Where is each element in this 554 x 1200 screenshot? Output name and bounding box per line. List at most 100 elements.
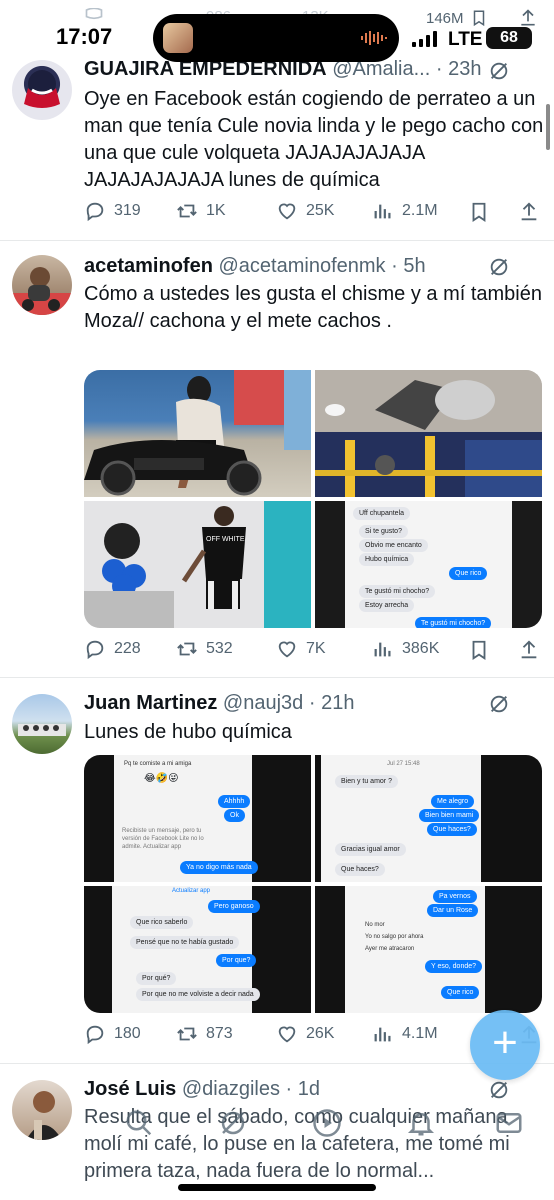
repost-icon xyxy=(177,204,197,218)
reply-button[interactable]: 228 xyxy=(84,638,141,660)
chat-message: No mor xyxy=(365,922,385,928)
chat-message: Me alegro xyxy=(431,795,475,808)
photo-content: OFF WHITE xyxy=(84,501,311,628)
author-handle[interactable]: @nauj3d xyxy=(223,692,303,714)
media-chat-screenshot[interactable]: Pq te comiste a mi amiga 😂🤣😜 Ahhhh Ok Re… xyxy=(84,755,311,882)
author-name[interactable]: acetaminofen xyxy=(84,255,213,277)
bookmark-icon[interactable] xyxy=(468,639,490,661)
views-count: 2.1M xyxy=(402,202,438,219)
tweet-header: Juan Martinez @nauj3d · 21h xyxy=(84,692,354,715)
media-chat-screenshot[interactable]: Actualizar app Pero ganoso Que rico sabe… xyxy=(84,886,311,1013)
repost-button[interactable]: 532 xyxy=(176,638,233,660)
status-bar: 986 13K 146M 17:07 LTE 68 xyxy=(0,0,554,70)
scrollbar-thumb[interactable] xyxy=(546,104,550,150)
chat-message: Que rico saberlo xyxy=(130,916,194,929)
chat-message: Ayer me atracaron xyxy=(365,946,415,952)
like-icon xyxy=(278,1026,296,1043)
like-button[interactable]: 25K xyxy=(276,200,334,222)
views-count: 386K xyxy=(402,640,440,657)
avatar[interactable] xyxy=(12,255,72,315)
bookmark-icon[interactable] xyxy=(470,8,488,28)
share-icon[interactable] xyxy=(518,639,540,661)
chat-message: Dar un Rose xyxy=(427,904,479,917)
reply-icon xyxy=(86,202,104,222)
grok-icon[interactable] xyxy=(488,256,510,278)
notifications-icon[interactable] xyxy=(406,1108,436,1138)
repost-button[interactable]: 873 xyxy=(176,1023,233,1045)
dynamic-island[interactable] xyxy=(153,14,399,62)
emoji-reactions: 😂🤣😜 xyxy=(144,773,179,784)
chat-message: Te gustó mi chocho? xyxy=(415,617,492,628)
chat-date: Jul 27 15:48 xyxy=(387,761,420,767)
search-icon[interactable] xyxy=(124,1108,154,1138)
share-icon[interactable] xyxy=(518,8,538,28)
media-photo-motorcycle[interactable] xyxy=(84,370,311,497)
like-button[interactable]: 7K xyxy=(276,638,326,660)
reply-count: 180 xyxy=(114,1025,141,1042)
repost-icon xyxy=(177,642,197,656)
media-chat-screenshot[interactable]: Uff chupantela Si te gusto? Obvio me enc… xyxy=(315,501,542,628)
avatar-image xyxy=(18,724,66,736)
chat-system-message: Actualizar app xyxy=(172,888,211,894)
repost-icon xyxy=(177,1027,197,1041)
views-button[interactable]: 4.1M xyxy=(372,1023,438,1045)
chat-message: Que haces? xyxy=(427,823,477,836)
reply-button[interactable]: 180 xyxy=(84,1023,141,1045)
tweet-card[interactable]: GUAJIRA EMPEDERNIDA @Amalia... · 23h Oye… xyxy=(0,44,554,241)
shirt-print: OFF WHITE xyxy=(206,536,245,543)
photo-content xyxy=(84,370,311,496)
chat-message: Que haces? xyxy=(335,863,385,876)
repost-button[interactable]: 1K xyxy=(176,200,226,222)
reply-button[interactable]: 319 xyxy=(84,200,141,222)
chat-message: Hubo química xyxy=(359,553,415,566)
chat-message: Uff chupantela xyxy=(353,507,411,520)
views-button[interactable]: 386K xyxy=(372,638,439,660)
chat-system-message: Recibiste un mensaje, pero tu versión de… xyxy=(122,828,204,850)
author-handle[interactable]: @acetaminofenmk xyxy=(219,255,386,277)
play-icon[interactable] xyxy=(312,1108,342,1138)
tweet-time[interactable]: · 21h xyxy=(309,692,355,714)
like-count: 26K xyxy=(306,1025,335,1042)
chat-message: Pensé que no te había gustado xyxy=(130,936,240,949)
battery-indicator: 68 xyxy=(486,27,532,49)
tweet-time[interactable]: · 5h xyxy=(391,255,425,277)
chat-message: Obvio me encanto xyxy=(359,539,428,552)
repost-count: 873 xyxy=(206,1025,233,1042)
chat-message: Por que no me volviste a decir nada xyxy=(136,988,260,1001)
tweet-header: acetaminofen @acetaminofenmk · 5h xyxy=(84,255,426,278)
chat-message: Pq te comiste a mi amiga xyxy=(124,761,192,767)
like-button[interactable]: 26K xyxy=(276,1023,334,1045)
author-name[interactable]: Juan Martinez xyxy=(84,692,217,714)
chat-message: Yo no salgo por ahora xyxy=(365,934,424,940)
grok-icon[interactable] xyxy=(488,693,510,715)
media-photo-man[interactable]: OFF WHITE xyxy=(84,501,311,628)
home-indicator[interactable] xyxy=(178,1184,376,1191)
like-count: 25K xyxy=(306,202,335,219)
like-count: 7K xyxy=(306,640,326,657)
reply-count: 319 xyxy=(114,202,141,219)
messages-icon[interactable] xyxy=(494,1108,524,1138)
tweet-card[interactable]: Juan Martinez @nauj3d · 21h Lunes de hub… xyxy=(0,678,554,1064)
chat-message: Ahhhh xyxy=(218,795,251,808)
chat-message: Ya no digo más nada xyxy=(180,861,258,874)
chat-message: Te gustó mi chocho? xyxy=(359,585,436,598)
bookmark-icon[interactable] xyxy=(468,201,490,223)
compose-button[interactable]: + xyxy=(470,1010,540,1080)
tweet-card[interactable]: acetaminofen @acetaminofenmk · 5h Cómo a… xyxy=(0,241,554,678)
now-playing-thumbnail xyxy=(163,23,193,53)
avatar[interactable] xyxy=(12,694,72,754)
media-grid[interactable]: Pq te comiste a mi amiga 😂🤣😜 Ahhhh Ok Re… xyxy=(84,755,542,1013)
views-icon xyxy=(374,204,391,219)
grok-icon[interactable] xyxy=(218,1108,248,1138)
like-icon xyxy=(278,203,296,220)
media-grid[interactable]: OFF WHITE Uff chupantela Si te gusto? Ob… xyxy=(84,370,542,628)
prev-views: 146M xyxy=(426,10,464,27)
media-chat-screenshot[interactable]: Pa vernos Dar un Rose No mor Yo no salgo… xyxy=(315,886,542,1013)
share-icon[interactable] xyxy=(518,201,540,223)
views-icon xyxy=(374,1027,391,1042)
reply-icon xyxy=(86,640,104,660)
views-button[interactable]: 2.1M xyxy=(372,200,438,222)
media-photo-gym[interactable] xyxy=(315,370,542,497)
reply-icon[interactable] xyxy=(84,8,104,22)
media-chat-screenshot[interactable]: Jul 27 15:48 Bien y tu amor ? Me alegro … xyxy=(315,755,542,882)
